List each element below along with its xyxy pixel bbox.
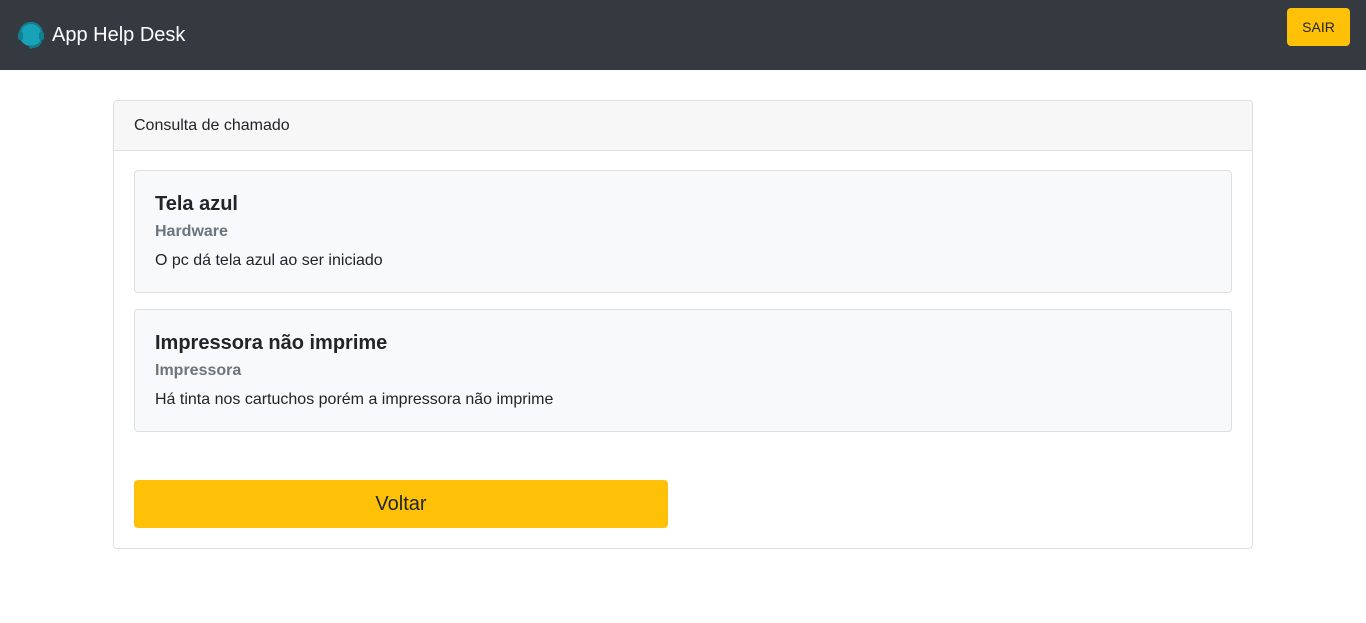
ticket-category: Impressora <box>155 362 242 379</box>
ticket-card: Tela azul Hardware O pc dá tela azul ao … <box>134 170 1232 293</box>
ticket-card: Impressora não imprime Impressora Há tin… <box>134 309 1232 432</box>
back-button[interactable]: Voltar <box>134 480 668 528</box>
logout-button[interactable]: SAIR <box>1287 8 1350 46</box>
card-header: Consulta de chamado <box>114 101 1252 151</box>
ticket-query-card: Consulta de chamado Tela azul Hardware O… <box>113 100 1253 549</box>
ticket-description: O pc dá tela azul ao ser iniciado <box>155 252 383 269</box>
headset-icon <box>18 22 44 49</box>
brand-link[interactable]: App Help Desk <box>16 19 185 51</box>
ticket-description: Há tinta nos cartuchos porém a impressor… <box>155 391 554 408</box>
top-navbar: App Help Desk SAIR <box>0 0 1366 70</box>
brand-title: App Help Desk <box>52 24 186 46</box>
ticket-title: Impressora não imprime <box>155 332 388 354</box>
ticket-category: Hardware <box>155 223 228 240</box>
ticket-title: Tela azul <box>155 193 238 215</box>
